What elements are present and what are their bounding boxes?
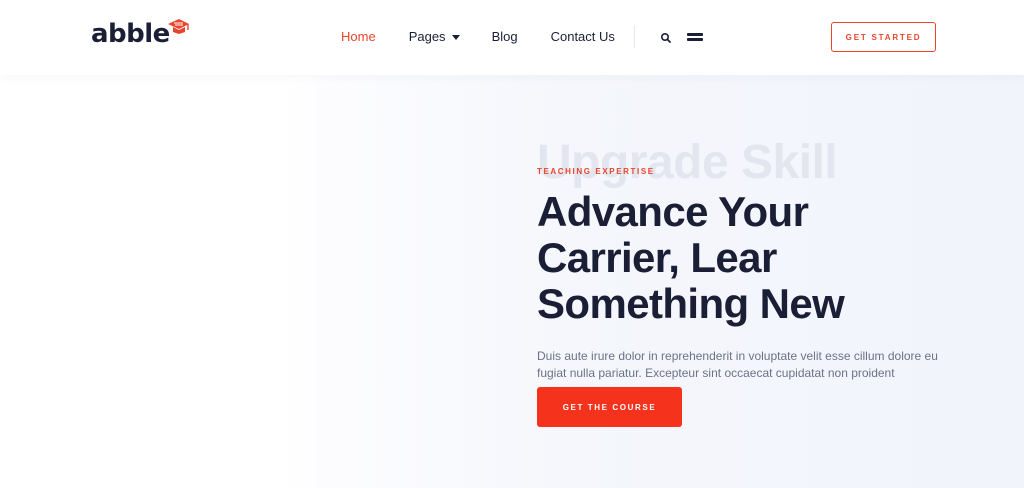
hero-eyebrow: TEACHING EXPERTISE (537, 167, 655, 176)
nav-item-label: Home (341, 29, 376, 44)
logo[interactable]: abble (91, 18, 196, 50)
headline-line: Advance Your (537, 188, 809, 235)
site-header: abble Home Pages Blog Contact Us GET STA… (0, 0, 1024, 75)
nav-item-blog[interactable]: Blog (492, 28, 518, 46)
logo-text: abble (91, 19, 170, 49)
hero-watermark: Upgrade Skill (537, 136, 838, 189)
nav-item-pages[interactable]: Pages (409, 28, 460, 46)
caret-down-icon (451, 35, 460, 40)
hero-section: Upgrade Skill TEACHING EXPERTISE Advance… (0, 75, 1024, 488)
hero-description: Duis aute irure dolor in reprehenderit i… (537, 348, 957, 382)
main-nav: Home Pages Blog Contact Us (341, 28, 615, 46)
graduation-cap-icon (167, 19, 189, 34)
search-icon (660, 32, 671, 43)
get-started-button[interactable]: GET STARTED (831, 22, 936, 52)
headline-line: Something New (537, 280, 845, 327)
hero-image-area (0, 75, 330, 488)
menu-bar (687, 38, 703, 41)
headline-line: Carrier, Lear (537, 234, 777, 281)
nav-item-contact-us[interactable]: Contact Us (551, 28, 615, 46)
menu-bar (687, 33, 703, 36)
hamburger-menu-icon[interactable] (687, 31, 704, 43)
nav-item-label: Blog (491, 29, 518, 44)
hero-headline: Advance Your Carrier, Lear Something New (537, 189, 957, 327)
nav-item-home[interactable]: Home (341, 28, 376, 46)
search-button[interactable] (660, 31, 672, 43)
description-line: Duis aute irure dolor in reprehenderit i… (537, 349, 938, 363)
get-the-course-button[interactable]: GET THE COURSE (537, 387, 682, 427)
nav-item-label: Pages (408, 29, 446, 44)
nav-item-label: Contact Us (550, 29, 615, 44)
description-line: fugiat nulla pariatur. Excepteur sint oc… (537, 366, 895, 380)
nav-divider (634, 25, 635, 48)
